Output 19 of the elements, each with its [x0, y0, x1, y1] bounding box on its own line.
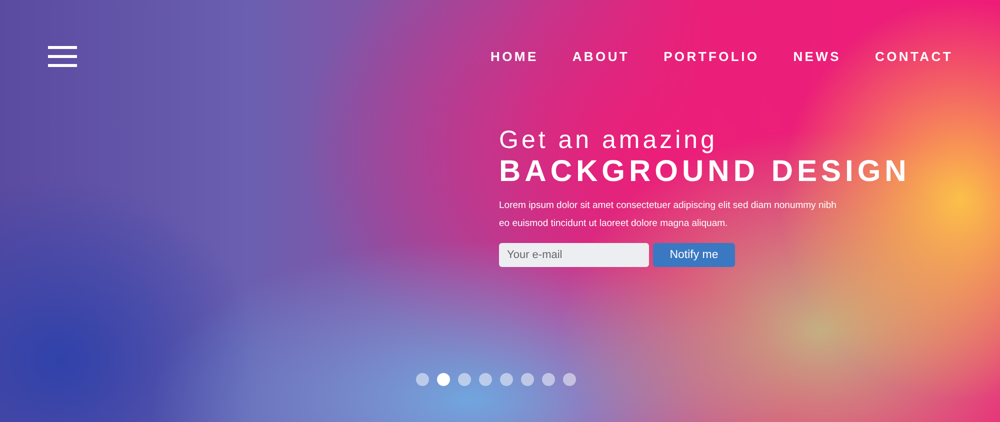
nav-link[interactable]: ABOUT	[572, 49, 630, 64]
nav-link[interactable]: HOME	[490, 49, 538, 64]
nav-link[interactable]: PORTFOLIO	[664, 49, 760, 64]
slider-dot[interactable]	[416, 373, 429, 386]
slider-dot[interactable]	[500, 373, 513, 386]
hero-title: BACKGROUND DESIGN	[499, 155, 912, 189]
nav-link[interactable]: NEWS	[793, 49, 842, 64]
slider-dot[interactable]	[542, 373, 555, 386]
nav-link[interactable]: CONTACT	[875, 49, 953, 64]
email-field[interactable]: Your e-mail	[499, 243, 649, 267]
slider-dot[interactable]	[437, 373, 450, 386]
hero-kicker: Get an amazing	[499, 125, 718, 155]
slider-dot[interactable]	[458, 373, 471, 386]
hero-description: Lorem ipsum dolor sit amet consectetuer adipiscing elit sed diam nonummy nibh eo euismod tincidunt ut laoreet dolore magna aliquam.	[499, 199, 838, 231]
menu-icon[interactable]	[48, 46, 77, 67]
slider-dot[interactable]	[479, 373, 492, 386]
slider-dot[interactable]	[521, 373, 534, 386]
slider-dot[interactable]	[563, 373, 576, 386]
notify-button[interactable]: Notify me	[653, 243, 735, 267]
